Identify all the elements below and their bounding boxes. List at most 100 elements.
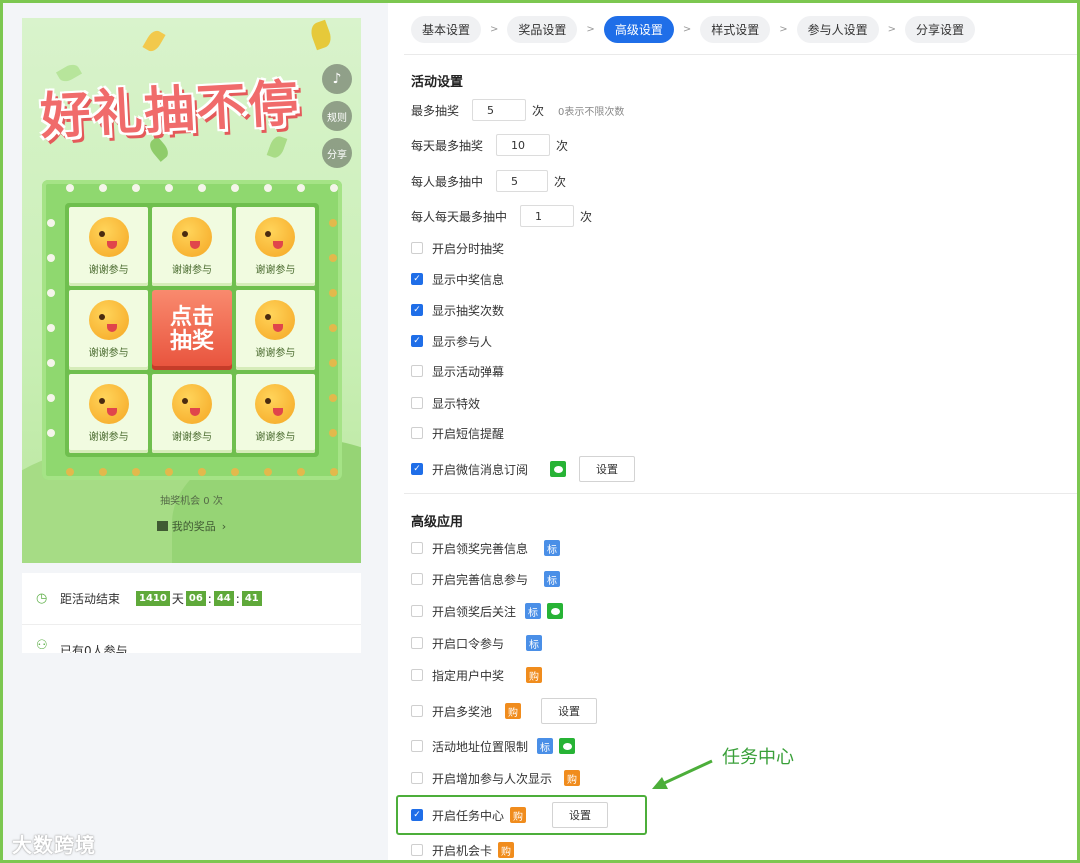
bulb-light bbox=[165, 468, 173, 476]
checkbox[interactable] bbox=[411, 427, 423, 439]
prize-label: 谢谢参与 bbox=[255, 265, 296, 277]
option-password-participate[interactable]: 开启口令参与 标 bbox=[411, 633, 543, 653]
bulb-light bbox=[47, 324, 55, 332]
draw-button-line2: 抽奖 bbox=[169, 328, 214, 354]
bulb-light bbox=[329, 324, 337, 332]
bulb-light bbox=[47, 359, 55, 367]
max-draws-hint: 0表示不限次数 bbox=[558, 106, 625, 118]
prize-label: 谢谢参与 bbox=[171, 431, 212, 443]
per-person-max-wins-input[interactable] bbox=[496, 170, 549, 192]
option-show-barrage[interactable]: 显示活动弹幕 bbox=[411, 361, 504, 381]
leaf-decoration bbox=[142, 27, 166, 55]
checkbox[interactable] bbox=[411, 242, 423, 254]
bulb-light bbox=[165, 184, 173, 192]
max-draws-input[interactable] bbox=[472, 99, 527, 121]
per-person-max-wins-label: 每人最多抽中 bbox=[411, 174, 484, 189]
wechat-icon bbox=[550, 461, 567, 477]
tab-participant-settings[interactable]: 参与人设置 bbox=[796, 16, 879, 43]
users-icon: ⚇ bbox=[36, 638, 48, 653]
prize-cell: 谢谢参与 bbox=[69, 373, 149, 453]
checkbox[interactable]: ✓ bbox=[411, 304, 423, 316]
option-prize-info[interactable]: 开启领奖完善信息标 bbox=[411, 538, 561, 558]
tab-share-settings[interactable]: 分享设置 bbox=[905, 16, 976, 43]
countdown-hours: 06 bbox=[185, 591, 206, 606]
option-label: 开启短信提醒 bbox=[432, 426, 505, 441]
bulb-light bbox=[329, 254, 337, 262]
wechat-subscribe-settings-button[interactable]: 设置 bbox=[579, 456, 636, 482]
option-chance-card[interactable]: 开启机会卡购 bbox=[411, 840, 515, 860]
daily-max-draws-input[interactable] bbox=[496, 134, 551, 156]
step-separator: > bbox=[779, 24, 788, 35]
checkbox[interactable] bbox=[411, 365, 423, 377]
option-label: 开启增加参与人次显示 bbox=[432, 771, 553, 786]
emoji-icon bbox=[88, 300, 129, 341]
option-show-draw-count[interactable]: ✓ 显示抽奖次数 bbox=[411, 300, 504, 320]
leaf-decoration bbox=[266, 134, 288, 160]
multi-prize-pool-settings-button[interactable]: 设置 bbox=[541, 698, 598, 724]
emoji-icon bbox=[88, 217, 129, 258]
option-increase-participant-display[interactable]: 开启增加参与人次显示购 bbox=[411, 768, 581, 788]
max-draws-label: 最多抽奖 bbox=[411, 103, 460, 118]
tab-basic-settings[interactable]: 基本设置 bbox=[411, 16, 482, 43]
activity-title: 好礼抽不停 bbox=[38, 74, 302, 146]
share-button[interactable]: 分享 bbox=[322, 138, 352, 168]
bulb-light bbox=[330, 468, 338, 476]
prize-label: 谢谢参与 bbox=[88, 348, 129, 360]
checkbox[interactable] bbox=[411, 772, 423, 784]
tab-style-settings[interactable]: 样式设置 bbox=[700, 16, 771, 43]
countdown-label: 距活动结束 bbox=[60, 592, 121, 606]
bulb-light bbox=[47, 429, 55, 437]
bulb-light bbox=[330, 184, 338, 192]
option-label: 显示活动弹幕 bbox=[432, 364, 505, 379]
option-sms-reminder[interactable]: 开启短信提醒 bbox=[411, 423, 504, 443]
checkbox[interactable]: ✓ bbox=[411, 335, 423, 347]
annotation-callout: 任务中心 bbox=[722, 747, 794, 768]
option-label: 显示中奖信息 bbox=[432, 272, 505, 287]
option-timed-draw[interactable]: 开启分时抽奖 bbox=[411, 238, 504, 258]
bulb-light bbox=[47, 394, 55, 402]
music-icon[interactable]: ♪ bbox=[322, 64, 352, 94]
unit-label: 次 bbox=[532, 103, 545, 118]
option-label: 开启微信消息订阅 bbox=[432, 462, 529, 477]
per-person-max-wins-field: 每人最多抽中 次 bbox=[411, 170, 566, 192]
checkbox[interactable]: ✓ bbox=[411, 463, 423, 475]
option-designated-winner[interactable]: 指定用户中奖 购 bbox=[411, 665, 543, 685]
bulb-light bbox=[329, 429, 337, 437]
tab-advanced-settings[interactable]: 高级设置 bbox=[603, 16, 674, 43]
option-wechat-subscribe[interactable]: ✓ 开启微信消息订阅 设置 bbox=[411, 456, 636, 482]
option-info-participate[interactable]: 开启完善信息参与标 bbox=[411, 569, 561, 589]
rules-button[interactable]: 规则 bbox=[322, 101, 352, 131]
prize-cell: 谢谢参与 bbox=[152, 373, 232, 453]
countdown-days: 1410 bbox=[136, 591, 170, 606]
checkbox[interactable] bbox=[411, 637, 423, 649]
daily-max-draws-field: 每天最多抽奖 次 bbox=[411, 134, 568, 156]
checkbox[interactable]: ✓ bbox=[411, 273, 423, 285]
option-show-win-info[interactable]: ✓ 显示中奖信息 bbox=[411, 269, 504, 289]
checkbox[interactable] bbox=[411, 705, 423, 717]
my-prizes-link[interactable]: 我的奖品 › bbox=[22, 518, 361, 534]
option-follow-after-prize[interactable]: 开启领奖后关注标 bbox=[411, 601, 564, 621]
option-show-effects[interactable]: 显示特效 bbox=[411, 393, 480, 413]
checkbox[interactable] bbox=[411, 542, 423, 554]
bulb-light bbox=[47, 254, 55, 262]
option-location-limit[interactable]: 活动地址位置限制标 bbox=[411, 736, 576, 756]
option-show-participants[interactable]: ✓ 显示参与人 bbox=[411, 331, 492, 351]
option-multi-prize-pool[interactable]: 开启多奖池购 设置 bbox=[411, 698, 598, 724]
checkbox[interactable] bbox=[411, 573, 423, 585]
per-person-daily-max-wins-input[interactable] bbox=[520, 205, 575, 227]
checkbox[interactable] bbox=[411, 844, 423, 856]
bulb-light bbox=[329, 394, 337, 402]
checkbox[interactable] bbox=[411, 740, 423, 752]
checkbox[interactable] bbox=[411, 605, 423, 617]
prize-cell: 谢谢参与 bbox=[69, 290, 149, 370]
checkbox[interactable] bbox=[411, 669, 423, 681]
bulb-light bbox=[264, 184, 272, 192]
step-separator: > bbox=[490, 24, 499, 35]
step-separator: > bbox=[586, 24, 595, 35]
time-separator: : bbox=[235, 591, 240, 606]
checkbox[interactable] bbox=[411, 397, 423, 409]
tab-prize-settings[interactable]: 奖品设置 bbox=[507, 16, 578, 43]
draw-button[interactable]: 点击 抽奖 bbox=[152, 290, 232, 370]
chances-text: 抽奖机会 0 次 bbox=[160, 496, 223, 507]
unit-label: 次 bbox=[580, 209, 593, 224]
